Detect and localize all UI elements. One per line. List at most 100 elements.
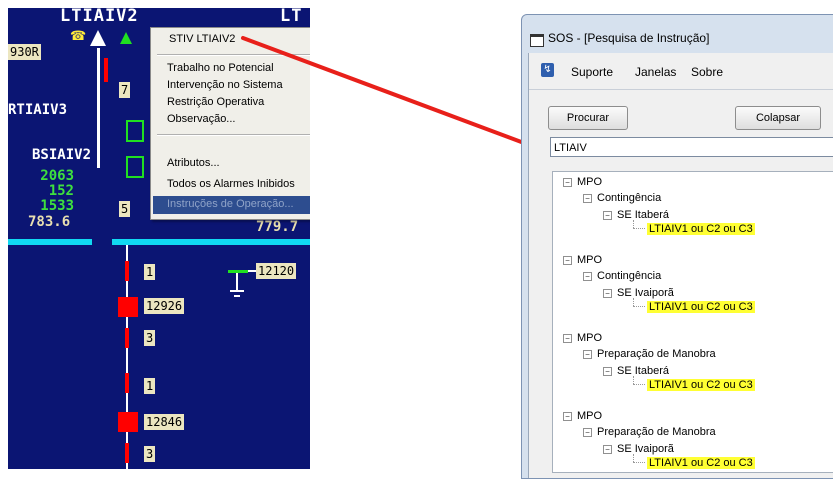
ground-switch: [228, 270, 248, 273]
ground-symbol: [230, 290, 244, 292]
breaker-red: [125, 261, 129, 281]
menu-item-observacao[interactable]: Observação...: [167, 111, 235, 128]
menu-item-intervencao[interactable]: Intervenção no Sistema: [167, 77, 283, 94]
ground-symbol: [234, 295, 240, 297]
menu-divider: [529, 89, 833, 90]
app-icon: ↯: [541, 63, 554, 77]
menu-item-trabalho[interactable]: Trabalho no Potencial: [167, 60, 274, 77]
tree-node-category[interactable]: Preparação de Manobra: [597, 347, 716, 361]
station-title-right: LT: [280, 8, 303, 26]
tag-1b: 1: [144, 378, 156, 394]
green-box: [126, 120, 144, 142]
tree-result[interactable]: LTIAIV1 ou C2 ou C3: [647, 456, 755, 470]
tag-12926: 12926: [144, 298, 185, 314]
value-779-7: 779.7: [256, 219, 299, 235]
value-1533: 1533: [40, 198, 74, 214]
tag-3b: 3: [144, 446, 156, 462]
label-rtiaiv3: RTIAIV3: [8, 102, 68, 118]
context-menu: STIV LTIAIV2 Trabalho no Potencial Inter…: [150, 27, 310, 220]
tree-result[interactable]: LTIAIV1 ou C2 ou C3: [647, 222, 755, 236]
result-highlight[interactable]: LTIAIV1 ou C2 ou C3: [647, 301, 755, 313]
tree-connector: [633, 228, 645, 229]
green-marker-icon: [120, 32, 132, 44]
value-783-6: 783.6: [28, 214, 71, 230]
sos-window: SOS - [Pesquisa de Instrução] ↯ Suporte …: [521, 14, 833, 479]
collapse-icon[interactable]: −: [603, 211, 612, 220]
menu-item-restricao[interactable]: Restrição Operativa: [167, 94, 264, 111]
feeder-line: [97, 48, 100, 168]
tag-3: 3: [144, 330, 156, 346]
result-highlight[interactable]: LTIAIV1 ou C2 ou C3: [647, 379, 755, 391]
station-title: LTIAIV2: [60, 8, 139, 26]
triangle-up-icon: [90, 30, 106, 46]
collapse-icon[interactable]: −: [563, 412, 572, 421]
collapse-icon[interactable]: −: [583, 428, 592, 437]
tag-121207: 12120: [256, 263, 297, 279]
breaker-red: [125, 443, 129, 463]
tree-node-mpo[interactable]: MPO: [577, 331, 602, 345]
menu-suporte[interactable]: Suporte: [571, 65, 613, 79]
menu-sobre[interactable]: Sobre: [691, 65, 723, 79]
breaker-closed: [118, 412, 138, 432]
tag-12846: 12846: [144, 414, 185, 430]
scada-panel: LTIAIV2 LT 930R ☎ 7 RTIAIV3 BSIAIV2 2063…: [8, 8, 310, 469]
tree-result[interactable]: LTIAIV1 ou C2 ou C3: [647, 300, 755, 314]
tree-connector: [633, 462, 645, 463]
collapse-icon[interactable]: −: [583, 350, 592, 359]
result-highlight[interactable]: LTIAIV1 ou C2 ou C3: [647, 223, 755, 235]
bus-bar-left: [8, 239, 92, 245]
ground-link: [248, 270, 256, 272]
tree-connector: [633, 306, 645, 307]
tree-node-category[interactable]: Preparação de Manobra: [597, 425, 716, 439]
search-input[interactable]: LTIAIV: [550, 137, 833, 157]
menu-item-alarmes[interactable]: Todos os Alarmes Inibidos: [167, 176, 295, 193]
value-152: 152: [48, 183, 74, 199]
collapse-icon[interactable]: −: [603, 289, 612, 298]
colapsar-button[interactable]: Colapsar: [735, 106, 821, 130]
bus-bar-right: [112, 239, 310, 245]
tree-connector: [633, 454, 634, 462]
phone-icon: ☎: [70, 28, 87, 43]
collapse-icon[interactable]: −: [563, 178, 572, 187]
menu-janelas[interactable]: Janelas: [635, 65, 676, 79]
ground-line: [236, 273, 238, 291]
collapse-icon[interactable]: −: [603, 367, 612, 376]
tag-1: 1: [144, 264, 156, 280]
menu-separator: [157, 134, 310, 136]
collapse-icon[interactable]: −: [583, 272, 592, 281]
tree-node-se[interactable]: SE Ivaiporã: [617, 286, 674, 300]
value-2063: 2063: [40, 168, 74, 184]
breaker-red: [125, 373, 129, 393]
tree-connector: [633, 220, 634, 228]
tag-7: 7: [119, 82, 131, 98]
collapse-icon[interactable]: −: [583, 194, 592, 203]
tree-node-mpo[interactable]: MPO: [577, 409, 602, 423]
results-tree: − MPO − Contingência − SE Itaberá LTIAIV…: [552, 171, 833, 473]
collapse-icon[interactable]: −: [563, 334, 572, 343]
result-highlight[interactable]: LTIAIV1 ou C2 ou C3: [647, 457, 755, 469]
tree-node-category[interactable]: Contingência: [597, 269, 661, 283]
label-930r: 930R: [8, 44, 41, 60]
green-box: [126, 156, 144, 178]
tag-5: 5: [119, 201, 131, 217]
menu-item-stiv[interactable]: STIV LTIAIV2: [169, 31, 235, 48]
tree-node-category[interactable]: Contingência: [597, 191, 661, 205]
label-bsiaiv2: BSIAIV2: [32, 147, 92, 163]
tree-node-se[interactable]: SE Itaberá: [617, 364, 669, 378]
tree-node-se[interactable]: SE Itaberá: [617, 208, 669, 222]
tree-result[interactable]: LTIAIV1 ou C2 ou C3: [647, 378, 755, 392]
tree-connector: [633, 298, 634, 306]
tree-connector: [633, 376, 634, 384]
tree-node-mpo[interactable]: MPO: [577, 253, 602, 267]
collapse-icon[interactable]: −: [563, 256, 572, 265]
tree-node-se[interactable]: SE Ivaiporã: [617, 442, 674, 456]
window-title: SOS - [Pesquisa de Instrução]: [548, 31, 710, 45]
breaker-red: [104, 58, 108, 82]
tree-node-mpo[interactable]: MPO: [577, 175, 602, 189]
window-icon: [530, 34, 544, 47]
procurar-button[interactable]: Procurar: [548, 106, 628, 130]
menu-item-atributos[interactable]: Atributos...: [167, 155, 220, 172]
menu-separator: [157, 54, 310, 56]
menu-item-instrucoes[interactable]: Instruções de Operação...: [167, 196, 294, 213]
collapse-icon[interactable]: −: [603, 445, 612, 454]
